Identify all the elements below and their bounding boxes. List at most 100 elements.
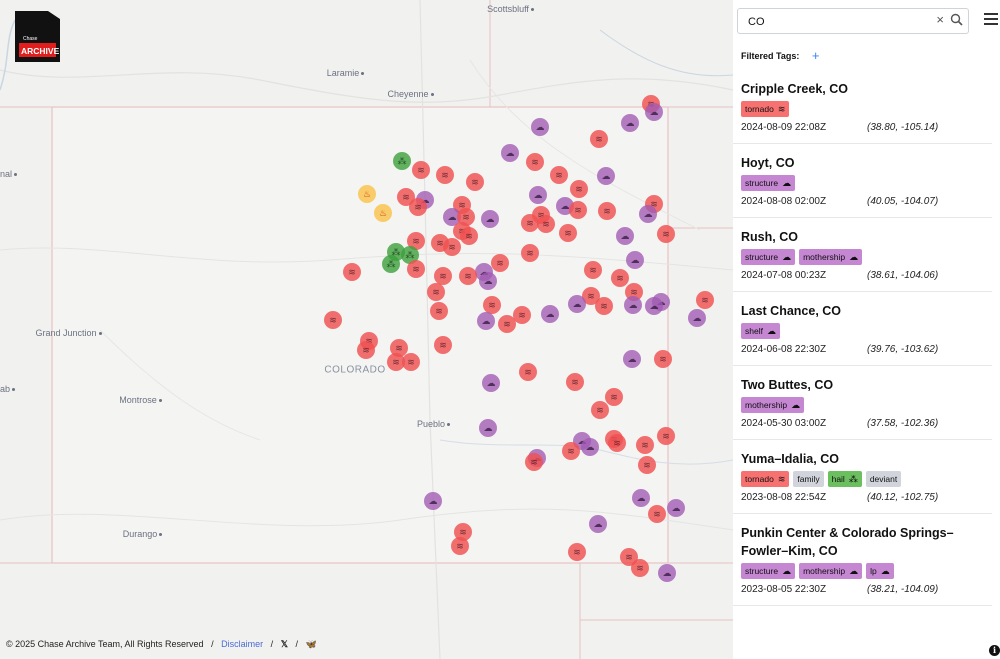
tornado-marker[interactable]: ≋: [550, 166, 568, 184]
structure-marker[interactable]: ☁: [479, 272, 497, 290]
structure-marker[interactable]: ☁: [688, 309, 706, 327]
entry-title[interactable]: Yuma–Idalia, CO: [741, 450, 992, 468]
structure-marker[interactable]: ☁: [589, 515, 607, 533]
tornado-marker[interactable]: ≋: [521, 244, 539, 262]
structure-marker[interactable]: ☁: [482, 374, 500, 392]
x-icon[interactable]: 𝕏: [281, 639, 288, 649]
tornado-marker[interactable]: ≋: [591, 401, 609, 419]
tag-structure[interactable]: structure ☁: [741, 563, 796, 579]
tag-hail[interactable]: hail ⁂: [827, 471, 862, 487]
tornado-marker[interactable]: ≋: [460, 227, 478, 245]
tornado-marker[interactable]: ≋: [343, 263, 361, 281]
structure-marker[interactable]: ☁: [501, 144, 519, 162]
clear-icon[interactable]: ×: [936, 12, 944, 27]
tornado-marker[interactable]: ≋: [526, 153, 544, 171]
structure-marker[interactable]: ☁: [597, 167, 615, 185]
tornado-marker[interactable]: ≋: [412, 161, 430, 179]
tornado-marker[interactable]: ≋: [648, 505, 666, 523]
tornado-marker[interactable]: ≋: [566, 373, 584, 391]
tornado-marker[interactable]: ≋: [631, 559, 649, 577]
tag-structure[interactable]: structure ☁: [741, 175, 796, 191]
tornado-marker[interactable]: ≋: [608, 434, 626, 452]
tag-tornado[interactable]: tornado ≋: [741, 101, 790, 117]
tornado-marker[interactable]: ≋: [519, 363, 537, 381]
tornado-marker[interactable]: ≋: [569, 201, 587, 219]
structure-marker[interactable]: ☁: [581, 438, 599, 456]
disclaimer-link[interactable]: Disclaimer: [221, 639, 263, 649]
tornado-marker[interactable]: ≋: [357, 341, 375, 359]
tornado-marker[interactable]: ≋: [451, 537, 469, 555]
tornado-marker[interactable]: ≋: [491, 254, 509, 272]
tornado-marker[interactable]: ≋: [590, 130, 608, 148]
tag-family[interactable]: family: [793, 471, 824, 487]
structure-marker[interactable]: ☁: [531, 118, 549, 136]
structure-marker[interactable]: ☁: [477, 312, 495, 330]
tornado-marker[interactable]: ≋: [443, 238, 461, 256]
tornado-marker[interactable]: ≋: [324, 311, 342, 329]
tag-lp[interactable]: lp ☁: [866, 563, 894, 579]
result-entry[interactable]: Yuma–Idalia, CO tornado ≋ family hail ⁂ devian…: [733, 440, 992, 514]
tornado-marker[interactable]: ≋: [638, 456, 656, 474]
butterfly-icon[interactable]: 🦋: [306, 639, 317, 649]
tornado-marker[interactable]: ≋: [466, 173, 484, 191]
tornado-marker[interactable]: ≋: [434, 336, 452, 354]
entry-title[interactable]: Two Buttes, CO: [741, 376, 992, 394]
structure-marker[interactable]: ☁: [568, 295, 586, 313]
entry-title[interactable]: Cripple Creek, CO: [741, 80, 992, 98]
entry-title[interactable]: Hoyt, CO: [741, 154, 992, 172]
tornado-marker[interactable]: ≋: [402, 353, 420, 371]
entry-title[interactable]: Last Chance, CO: [741, 302, 992, 320]
structure-marker[interactable]: ☁: [667, 499, 685, 517]
tornado-marker[interactable]: ≋: [568, 543, 586, 561]
tag-tornado[interactable]: tornado ≋: [741, 471, 790, 487]
entry-title[interactable]: Punkin Center & Colorado Springs–Fowler–…: [741, 524, 992, 560]
structure-marker[interactable]: ☁: [639, 205, 657, 223]
tornado-marker[interactable]: ≋: [459, 267, 477, 285]
tornado-marker[interactable]: ≋: [570, 180, 588, 198]
tornado-marker[interactable]: ≋: [498, 315, 516, 333]
tornado-marker[interactable]: ≋: [611, 269, 629, 287]
entry-title[interactable]: Rush, CO: [741, 228, 992, 246]
structure-marker[interactable]: ☁: [658, 564, 676, 582]
structure-marker[interactable]: ☁: [481, 210, 499, 228]
structure-marker[interactable]: ☁: [624, 296, 642, 314]
hamburger-menu-icon[interactable]: [984, 13, 998, 28]
tornado-marker[interactable]: ≋: [657, 225, 675, 243]
structure-marker[interactable]: ☁: [479, 419, 497, 437]
structure-marker[interactable]: ☁: [645, 297, 663, 315]
tornado-marker[interactable]: ≋: [537, 215, 555, 233]
tornado-marker[interactable]: ≋: [559, 224, 577, 242]
structure-marker[interactable]: ☁: [632, 489, 650, 507]
result-entry[interactable]: Two Buttes, CO mothership ☁ 2024-05-30 03:0…: [733, 366, 992, 440]
tornado-marker[interactable]: ≋: [409, 198, 427, 216]
result-entry[interactable]: Hoyt, CO structure ☁ 2024-08-08 02:00Z (40.0…: [733, 144, 992, 218]
structure-marker[interactable]: ☁: [541, 305, 559, 323]
hail-marker[interactable]: ⁂: [382, 255, 400, 273]
structure-marker[interactable]: ☁: [623, 350, 641, 368]
tornado-marker[interactable]: ≋: [584, 261, 602, 279]
hail-marker[interactable]: ⁂: [393, 152, 411, 170]
tornado-marker[interactable]: ≋: [430, 302, 448, 320]
tag-mothership[interactable]: mothership ☁: [741, 397, 805, 413]
structure-marker[interactable]: ☁: [529, 186, 547, 204]
tornado-marker[interactable]: ≋: [436, 166, 454, 184]
info-icon[interactable]: i: [989, 645, 1000, 656]
tornado-marker[interactable]: ≋: [605, 388, 623, 406]
chase-archive-logo[interactable]: Chase ARCHIVE: [15, 11, 60, 62]
tag-mothership[interactable]: mothership ☁: [799, 563, 863, 579]
tornado-marker[interactable]: ≋: [525, 453, 543, 471]
fire-marker[interactable]: ♨: [358, 185, 376, 203]
structure-marker[interactable]: ☁: [424, 492, 442, 510]
structure-marker[interactable]: ☁: [621, 114, 639, 132]
structure-marker[interactable]: ☁: [645, 103, 663, 121]
tag-mothership[interactable]: mothership ☁: [799, 249, 863, 265]
tornado-marker[interactable]: ≋: [654, 350, 672, 368]
structure-marker[interactable]: ☁: [626, 251, 644, 269]
add-tag-button[interactable]: +: [812, 48, 820, 63]
tornado-marker[interactable]: ≋: [657, 427, 675, 445]
tornado-marker[interactable]: ≋: [595, 297, 613, 315]
tornado-marker[interactable]: ≋: [427, 283, 445, 301]
result-entry[interactable]: Punkin Center & Colorado Springs–Fowler–…: [733, 514, 992, 606]
map[interactable]: Scottsbluff Laramie Cheyenne Grand Junction…: [0, 0, 733, 659]
fire-marker[interactable]: ♨: [374, 204, 392, 222]
